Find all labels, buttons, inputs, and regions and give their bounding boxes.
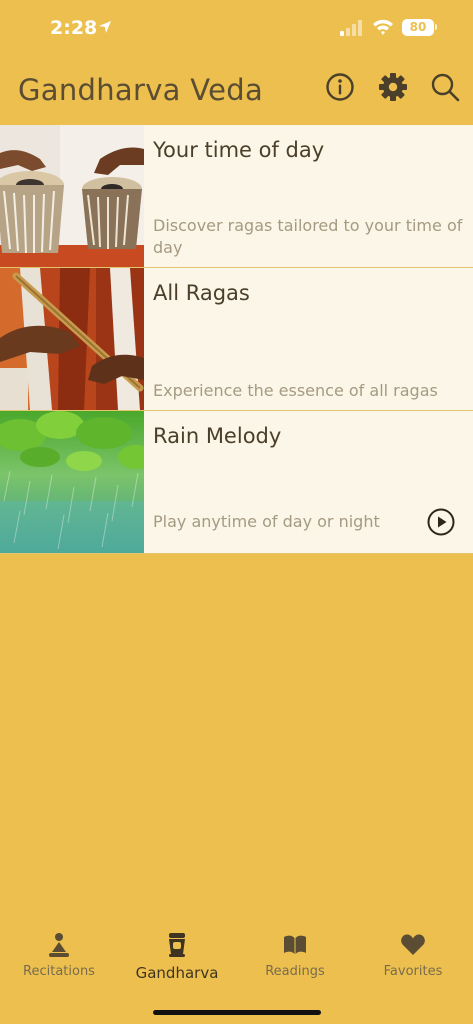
meditation-icon (49, 933, 69, 957)
battery-level: 80 (409, 20, 427, 34)
list-item-description: Discover ragas tailored to your time of … (153, 216, 463, 257)
battery-icon: 80 (402, 19, 434, 36)
heart-icon (401, 934, 425, 955)
tab-favorites[interactable]: Favorites (354, 925, 472, 979)
tab-label: Gandharva (135, 964, 219, 982)
tabla-drums-image (0, 125, 144, 267)
status-time: 2:28 (50, 17, 98, 39)
list-item-description: Play anytime of day or night (153, 512, 380, 531)
app-header: Gandharva Veda (0, 56, 473, 125)
list-item-description: Experience the essence of all ragas (153, 381, 438, 400)
list-item-title: Rain Melody (153, 424, 282, 448)
cellular-signal-icon (340, 20, 362, 36)
tab-label: Readings (265, 964, 325, 979)
list-item-time-of-day[interactable]: Your time of day Discover ragas tailored… (0, 125, 473, 268)
tab-readings[interactable]: Readings (236, 925, 354, 979)
info-icon[interactable] (324, 71, 356, 103)
status-bar: 2:28 80 (0, 0, 473, 56)
battery-tip (435, 24, 437, 30)
location-arrow-icon (99, 21, 111, 33)
list-item-rain-melody[interactable]: Rain Melody Play anytime of day or night (0, 411, 473, 554)
list-item-all-ragas[interactable]: All Ragas Experience the essence of all … (0, 268, 473, 411)
play-icon[interactable] (427, 508, 455, 536)
page-title: Gandharva Veda (18, 73, 264, 107)
wifi-icon (373, 19, 393, 35)
list-item-title: Your time of day (153, 138, 325, 162)
gear-icon[interactable] (377, 71, 409, 103)
tab-label: Favorites (383, 964, 443, 979)
list-item-title: All Ragas (153, 281, 250, 305)
flute-player-image (0, 268, 144, 410)
tab-gandharva[interactable]: Gandharva (118, 925, 236, 982)
raga-category-list: Your time of day Discover ragas tailored… (0, 125, 473, 554)
book-icon (284, 935, 306, 954)
home-indicator (153, 1010, 321, 1015)
rain-leaves-image (0, 411, 144, 553)
tab-label: Recitations (23, 964, 95, 979)
search-icon[interactable] (429, 71, 461, 103)
tab-recitations[interactable]: Recitations (0, 925, 118, 979)
drum-icon (169, 933, 185, 957)
tab-bar: Recitations Gandharva Readings Favorites (0, 925, 473, 995)
